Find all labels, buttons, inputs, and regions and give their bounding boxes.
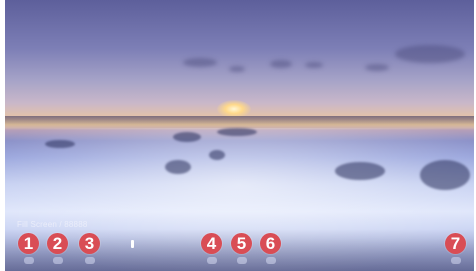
- callout-1: 1: [18, 233, 39, 254]
- rewind-icon[interactable]: [53, 257, 63, 264]
- rock: [335, 162, 385, 180]
- cloud: [365, 64, 389, 71]
- cloud: [395, 45, 465, 63]
- rock: [217, 128, 257, 136]
- callout-2: 2: [47, 233, 68, 254]
- rock: [45, 140, 75, 148]
- callout-3: 3: [79, 233, 100, 254]
- video-caption: Fill Screen / 88888: [17, 220, 88, 229]
- callout-4: 4: [201, 233, 222, 254]
- cloud: [183, 58, 217, 67]
- callout-6: 6: [260, 233, 281, 254]
- cloud: [229, 66, 245, 72]
- rock: [420, 160, 470, 190]
- progress-indicator[interactable]: [131, 240, 134, 248]
- rock: [209, 150, 225, 160]
- rock: [165, 160, 191, 174]
- aspect-ratio-icon[interactable]: [266, 257, 276, 264]
- callout-5: 5: [231, 233, 252, 254]
- previous-icon[interactable]: [24, 257, 34, 264]
- cloud: [270, 60, 292, 68]
- rock: [173, 132, 201, 142]
- cloud: [305, 62, 323, 68]
- horizon: [5, 116, 474, 128]
- fast-forward-icon[interactable]: [207, 257, 217, 264]
- play-pause-icon[interactable]: [85, 257, 95, 264]
- settings-icon[interactable]: [451, 257, 461, 264]
- next-icon[interactable]: [237, 257, 247, 264]
- video-screen[interactable]: Fill Screen / 88888: [5, 0, 474, 271]
- callout-7: 7: [445, 233, 466, 254]
